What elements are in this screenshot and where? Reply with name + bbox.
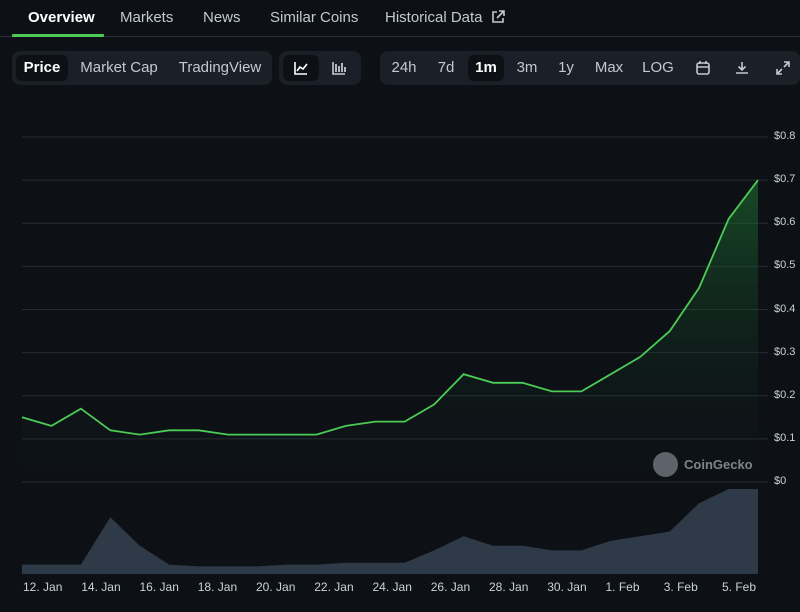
volume-series — [22, 489, 758, 574]
download-icon — [736, 62, 748, 74]
x-tick-label: 12. Jan — [23, 580, 63, 594]
tab-news[interactable]: News — [203, 9, 241, 26]
x-tick-label: 30. Jan — [547, 580, 587, 594]
range-7d-button[interactable]: 7d — [428, 55, 464, 81]
active-tab-indicator — [12, 34, 104, 37]
tab-historical-data[interactable]: Historical Data — [385, 9, 505, 26]
x-tick-label: 1. Feb — [605, 580, 640, 594]
y-tick-label: $0.3 — [774, 345, 796, 358]
x-tick-label: 14. Jan — [81, 580, 121, 594]
coingecko-logo-icon — [653, 452, 678, 477]
y-tick-label: $0.4 — [774, 302, 796, 315]
tab-markets[interactable]: Markets — [120, 9, 173, 26]
x-tick-label: 22. Jan — [314, 580, 354, 594]
view-tradingview-button[interactable]: TradingView — [172, 55, 268, 81]
download-button[interactable] — [727, 55, 757, 81]
x-tick-label: 5. Feb — [722, 580, 757, 594]
y-tick-label: $0.5 — [774, 259, 796, 272]
top-tabs: Overview Markets News Similar Coins Hist… — [0, 0, 800, 37]
x-tick-label: 28. Jan — [489, 580, 529, 594]
range-max-button[interactable]: Max — [589, 55, 629, 81]
external-link-icon — [491, 10, 505, 23]
x-tick-label: 3. Feb — [663, 580, 698, 594]
volume-area — [22, 489, 758, 574]
calendar-button[interactable] — [688, 55, 718, 81]
y-tick-label: $0.2 — [774, 388, 796, 401]
x-tick-label: 26. Jan — [430, 580, 471, 594]
view-toggle: Price Market Cap TradingView — [12, 51, 272, 85]
range-24h-button[interactable]: 24h — [386, 55, 422, 81]
y-tick-label: $0.1 — [774, 431, 796, 444]
line-chart-button[interactable] — [283, 55, 319, 81]
range-3m-button[interactable]: 3m — [509, 55, 545, 81]
range-toggle: 24h 7d 1m 3m 1y Max LOG — [380, 51, 800, 85]
tab-historical-data-label: Historical Data — [385, 9, 483, 26]
view-price-button[interactable]: Price — [16, 55, 68, 81]
x-tick-label: 24. Jan — [372, 580, 412, 594]
tab-overview[interactable]: Overview — [28, 9, 95, 26]
y-tick-label: $0.7 — [774, 173, 796, 186]
y-tick-label: $0.6 — [774, 216, 796, 229]
candlestick-chart-button[interactable] — [321, 55, 357, 81]
candlestick-chart-icon — [332, 62, 346, 75]
coingecko-watermark: CoinGecko — [653, 452, 753, 477]
chart-type-toggle — [279, 51, 361, 85]
price-chart[interactable] — [0, 120, 800, 580]
view-market-cap-button[interactable]: Market Cap — [74, 55, 164, 81]
fullscreen-icon — [776, 61, 790, 75]
fullscreen-button[interactable] — [768, 55, 798, 81]
y-tick-label: $0 — [774, 475, 787, 487]
y-tick-label: $0.8 — [774, 130, 796, 142]
log-scale-button[interactable]: LOG — [638, 55, 678, 81]
x-tick-label: 16. Jan — [139, 580, 179, 594]
x-tick-label: 18. Jan — [197, 580, 238, 594]
range-1m-button[interactable]: 1m — [468, 55, 504, 81]
tab-similar-coins[interactable]: Similar Coins — [270, 9, 358, 26]
price-area — [22, 180, 758, 482]
line-chart-icon — [294, 62, 308, 75]
watermark-label: CoinGecko — [684, 457, 753, 472]
x-tick-label: 20. Jan — [256, 580, 296, 594]
calendar-icon — [696, 61, 710, 75]
range-1y-button[interactable]: 1y — [548, 55, 584, 81]
